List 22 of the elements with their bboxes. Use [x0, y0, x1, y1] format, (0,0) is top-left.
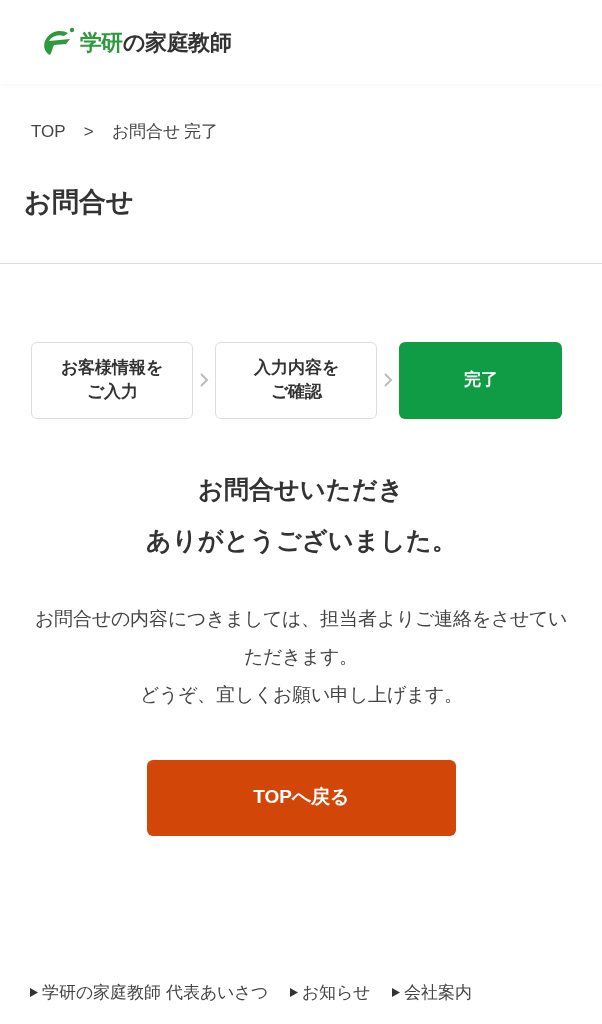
chevron-icon: [383, 372, 393, 388]
footer-link[interactable]: お知らせ: [301, 979, 370, 1005]
breadcrumb-separator: >: [82, 121, 95, 144]
triangle-icon: [289, 987, 298, 997]
footer-link[interactable]: 会社案内: [403, 979, 472, 1005]
top-button[interactable]: TOPへ戻る: [146, 759, 456, 836]
chevron-icon: [199, 372, 209, 388]
triangle-icon: [391, 987, 400, 997]
step: 完了: [399, 341, 562, 419]
breadcrumb-link[interactable]: TOP: [31, 119, 66, 145]
thanks-heading: お問合せいただき: [198, 473, 404, 505]
step: 入力内容を ご確認: [215, 341, 377, 419]
thanks-heading: ありがとうございました。: [145, 525, 457, 556]
triangle-icon: [30, 987, 38, 997]
logo-text: の家庭教師: [122, 28, 232, 57]
message-text: お問合せの内容につきましては、担当者よりご連絡をさせていただきます。: [34, 606, 568, 669]
breadcrumb-current: お問合せ 完了: [111, 121, 219, 144]
logo-text: 学研: [80, 28, 123, 57]
step: お客様情報を ご入力: [31, 341, 193, 419]
footer-link[interactable]: 学研の家庭教師 代表あいさつ: [42, 979, 268, 1005]
page-title: お問合せ: [0, 156, 602, 264]
message-text: どうぞ、宜しくお願い申し上げます。: [138, 682, 464, 707]
